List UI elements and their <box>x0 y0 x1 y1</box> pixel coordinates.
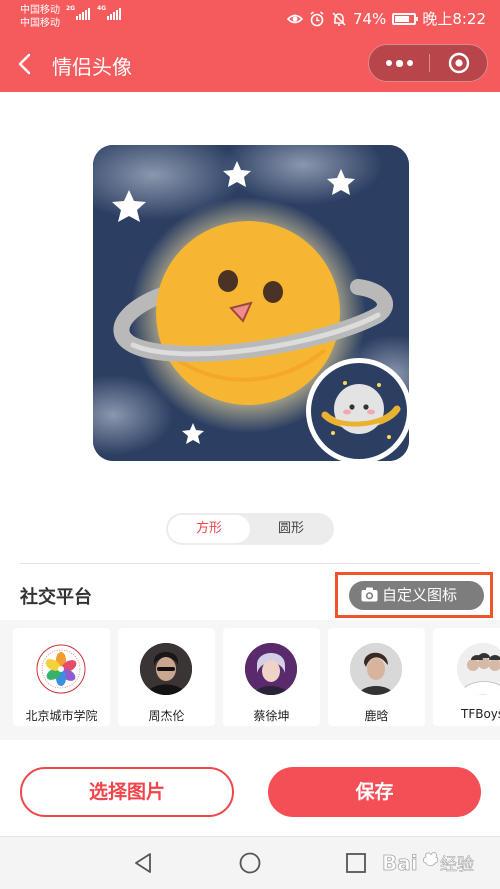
mute-bell-icon <box>332 11 346 26</box>
network-type-1: 2G <box>66 5 76 12</box>
section-divider <box>20 563 480 564</box>
camera-icon <box>361 587 378 602</box>
shape-toggle: 方形 圆形 <box>166 513 334 545</box>
platform-name: 周杰伦 <box>148 709 185 723</box>
avatar <box>457 643 500 695</box>
group-photo <box>457 643 500 695</box>
app-header: 情侣头像 <box>0 36 500 92</box>
platform-card[interactable]: 北京城市学院 <box>13 628 110 726</box>
target-icon[interactable] <box>448 52 470 74</box>
svg-text:Bai: Bai <box>382 851 418 875</box>
network-type-2: 4G <box>97 5 107 12</box>
mini-planet-illustration <box>311 363 407 459</box>
shape-option-round[interactable]: 圆形 <box>250 515 332 543</box>
shape-option-square[interactable]: 方形 <box>168 515 250 543</box>
save-button[interactable]: 保存 <box>268 767 481 817</box>
status-bar: 中国移动 中国移动 2G 4G 74% 晚上8:22 <box>0 0 500 36</box>
eye-icon <box>286 14 303 23</box>
round-avatar-preview <box>306 358 412 464</box>
platform-name: 鹿晗 <box>364 709 389 723</box>
custom-icon-button[interactable]: 自定义图标 <box>349 581 484 610</box>
home-circle-icon[interactable] <box>239 852 261 874</box>
page-title: 情侣头像 <box>52 55 132 79</box>
back-arrow-icon[interactable] <box>14 52 38 76</box>
portrait-photo <box>350 643 402 695</box>
alarm-icon <box>310 10 324 26</box>
recents-square-icon[interactable] <box>345 852 367 874</box>
svg-text:经验: 经验 <box>440 855 474 875</box>
section-title: 社交平台 <box>20 587 92 608</box>
select-image-button[interactable]: 选择图片 <box>20 767 234 817</box>
platform-card[interactable]: TFBoys <box>433 628 500 726</box>
portrait-photo <box>140 643 192 695</box>
platform-name: 北京城市学院 <box>25 709 98 723</box>
avatar <box>350 643 402 695</box>
more-dots-icon[interactable] <box>369 45 429 81</box>
badge-avatar <box>35 643 87 695</box>
avatar <box>245 643 297 695</box>
battery-percent: 74% <box>352 9 387 28</box>
mini-program-capsule <box>368 44 488 82</box>
platform-card[interactable]: 蔡徐坤 <box>223 628 320 726</box>
signal-icon <box>107 8 121 20</box>
carrier-info: 中国移动 中国移动 <box>20 4 60 30</box>
battery-icon <box>392 12 419 25</box>
platform-name: TFBoys <box>461 707 500 721</box>
platform-name: 蔡徐坤 <box>253 709 290 723</box>
capsule-divider <box>429 54 430 72</box>
clock: 晚上8:22 <box>422 10 486 28</box>
signal-icon <box>76 8 90 20</box>
flower-logo-icon <box>36 644 86 694</box>
carrier-2: 中国移动 <box>20 18 60 29</box>
custom-icon-label: 自定义图标 <box>382 586 458 604</box>
carrier-1: 中国移动 <box>20 5 60 16</box>
back-triangle-icon[interactable] <box>132 852 154 874</box>
platform-card[interactable]: 周杰伦 <box>118 628 215 726</box>
platform-card[interactable]: 鹿晗 <box>328 628 425 726</box>
baidu-jingyan-watermark: Bai 经验 <box>382 851 474 876</box>
portrait-photo <box>245 643 297 695</box>
avatar <box>140 643 192 695</box>
